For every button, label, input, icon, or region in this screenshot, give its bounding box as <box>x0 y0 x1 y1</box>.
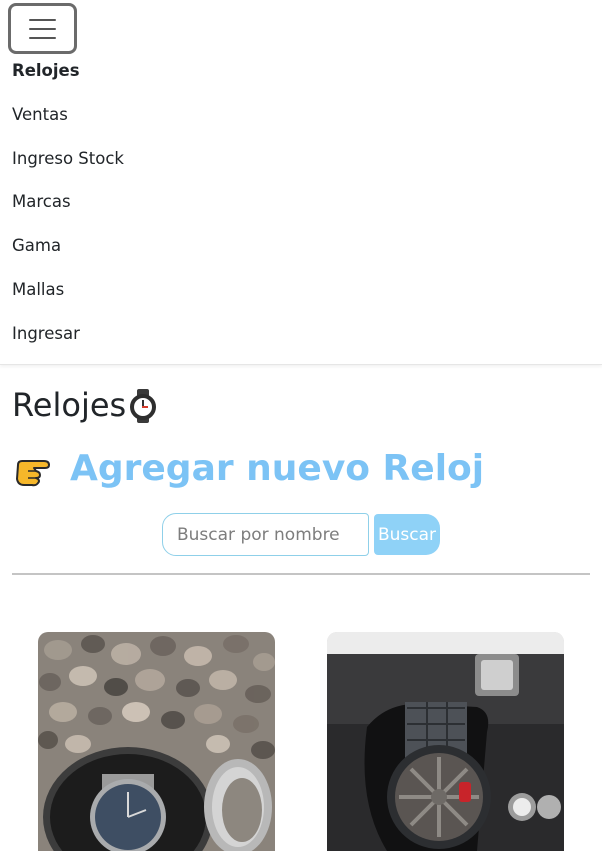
page-title: Relojes <box>12 386 158 424</box>
navbar: Relojes Ventas Ingreso Stock Marcas Gama… <box>0 0 602 365</box>
nav-item-ventas[interactable]: Ventas <box>12 105 68 124</box>
nav-item-ingresar[interactable]: Ingresar <box>12 324 80 343</box>
nav-item-mallas[interactable]: Mallas <box>12 280 64 299</box>
watch-card[interactable] <box>327 632 564 851</box>
watch-card[interactable] <box>38 632 275 851</box>
hamburger-icon-bar <box>29 27 56 30</box>
page-title-text: Relojes <box>12 386 127 424</box>
add-watch-label: Agregar nuevo Reloj <box>70 448 485 489</box>
search-input[interactable] <box>162 513 369 556</box>
navbar-toggler[interactable] <box>8 3 77 54</box>
nav-item-ingreso-stock[interactable]: Ingreso Stock <box>12 149 124 168</box>
watch-on-gravel-photo <box>38 632 275 851</box>
add-watch-link[interactable]: Agregar nuevo Reloj <box>14 448 484 489</box>
nav-item-gama[interactable]: Gama <box>12 236 61 255</box>
pointing-hand-icon <box>14 449 58 489</box>
divider <box>12 573 590 575</box>
watch-icon <box>128 389 158 423</box>
nav-item-relojes[interactable]: Relojes <box>12 61 80 80</box>
search-button[interactable]: Buscar <box>374 514 440 555</box>
watch-in-gloved-hand-photo <box>327 632 564 851</box>
nav-item-marcas[interactable]: Marcas <box>12 192 71 211</box>
hamburger-icon <box>29 18 56 21</box>
hamburger-icon-bar <box>29 36 56 39</box>
